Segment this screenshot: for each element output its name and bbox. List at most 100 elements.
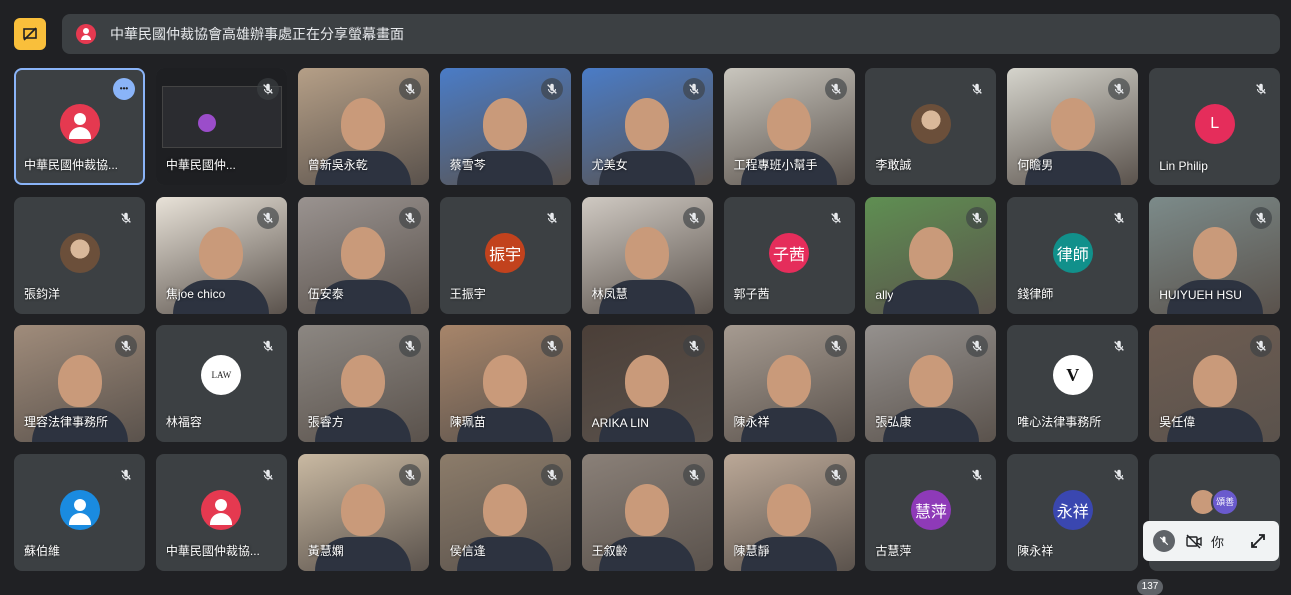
participant-tile[interactable]: 律師 錢律師 — [1007, 196, 1139, 314]
participant-tile[interactable]: 曾新吳永乾 — [297, 68, 429, 185]
person-avatar-icon — [201, 489, 242, 530]
mic-off-icon — [398, 206, 421, 229]
participant-name: 伍安泰 — [307, 286, 344, 301]
letter-avatar: 子茜 — [769, 232, 809, 273]
participant-tile[interactable]: 蘇伯維 — [14, 453, 145, 571]
mic-off-icon — [540, 335, 563, 357]
person-avatar-icon — [59, 489, 100, 530]
participant-tile[interactable]: 侯信逢 — [439, 453, 571, 571]
letter-avatar: L — [1194, 104, 1235, 144]
participant-name: 工程專班小幫手 — [733, 158, 818, 172]
participant-tile[interactable]: 吳任偉 — [1149, 325, 1281, 442]
participant-tile[interactable]: 林凤慧 — [581, 196, 713, 314]
participant-name: 唯心法律事務所 — [1017, 415, 1102, 429]
participant-tile[interactable]: HUIYUEH HSU — [1149, 196, 1281, 314]
participant-tile[interactable]: LAW 林福容 — [155, 325, 287, 442]
participant-tile[interactable]: 尤美女 — [581, 68, 713, 185]
self-view-controls: 你 — [1143, 521, 1279, 561]
mic-off-icon[interactable] — [1153, 530, 1175, 552]
participant-name: 王振宇 — [449, 286, 486, 301]
participant-name: 林凤慧 — [591, 286, 628, 301]
participant-name: 郭子茜 — [733, 286, 770, 301]
participant-name: 尤美女 — [591, 158, 628, 172]
participant-tile[interactable]: ally — [865, 196, 997, 314]
participant-tile[interactable]: 張鈞洋 — [14, 196, 145, 314]
mic-off-icon — [824, 463, 847, 486]
participant-tile[interactable]: L Lin Philip — [1149, 68, 1281, 185]
mic-off-icon — [1250, 206, 1273, 229]
participant-tile[interactable]: ••• 中華民國仲裁協... — [14, 68, 145, 185]
participant-name: ally — [875, 287, 894, 302]
mic-off-icon — [398, 78, 421, 100]
participant-tile[interactable]: 張睿方 — [297, 325, 429, 442]
participant-tile[interactable]: 中華民國仲... — [155, 68, 287, 185]
participant-tile[interactable]: 永祥 陳永祥 — [1007, 453, 1139, 571]
mic-off-icon — [1108, 463, 1131, 486]
mic-off-icon — [398, 463, 421, 486]
participant-name: 張鈞洋 — [24, 286, 61, 301]
mic-off-icon — [966, 463, 989, 486]
participant-tile[interactable]: ARIKA LIN — [581, 325, 713, 442]
mic-off-icon — [256, 335, 279, 357]
participant-name: 曾新吳永乾 — [307, 158, 368, 172]
participant-tile[interactable]: V 唯心法律事務所 — [1007, 325, 1139, 442]
mic-off-icon — [540, 206, 563, 229]
present-off-icon[interactable] — [14, 18, 46, 50]
participant-tile[interactable]: 焦joe chico — [155, 196, 287, 314]
participant-tile[interactable]: 振宇 王振宇 — [439, 196, 571, 314]
participant-tile[interactable]: 理容法律事務所 — [14, 325, 145, 442]
participant-tile[interactable]: 蔡雪芩 — [439, 68, 571, 185]
mic-off-icon — [966, 78, 989, 100]
firm-logo: V — [1052, 355, 1093, 395]
participant-tile[interactable]: 子茜郭子茜 — [723, 196, 855, 314]
mic-off-icon — [682, 206, 705, 229]
mic-off-icon — [256, 463, 279, 486]
participant-tile[interactable]: 陳慧靜 — [723, 453, 855, 571]
overflow-avatars: 頌善 — [1189, 487, 1240, 516]
participant-tile[interactable]: 黃慧嫻 — [297, 453, 429, 571]
participant-name: 陳慧靜 — [733, 543, 770, 558]
participant-tile[interactable]: 工程專班小幫手 — [723, 68, 855, 185]
participant-name: 陳珮苗 — [449, 415, 486, 429]
participant-tile[interactable]: 陳珮苗 — [439, 325, 571, 442]
firm-logo: LAW — [201, 355, 242, 395]
participant-name: 陳永祥 — [733, 415, 770, 429]
expand-icon[interactable] — [1250, 533, 1266, 549]
mic-off-icon — [824, 206, 847, 229]
participant-name: 王叙齡 — [591, 543, 628, 558]
participant-name: 張弘康 — [875, 415, 912, 429]
participant-tile[interactable]: 慧萍 古慧萍 — [865, 453, 997, 571]
mic-off-icon — [398, 335, 421, 357]
participant-name: 古慧萍 — [875, 543, 912, 558]
mic-off-icon — [115, 335, 137, 357]
banner-text: 中華民國仲裁協會高雄辦事處正在分享螢幕畫面 — [110, 26, 404, 42]
mic-off-icon — [115, 206, 137, 229]
mic-off-icon — [682, 463, 705, 486]
participant-tile[interactable]: 陳永祥 — [723, 325, 855, 442]
more-options-icon[interactable]: ••• — [113, 78, 135, 100]
participant-name: HUIYUEH HSU — [1159, 287, 1242, 302]
participant-name: 錢律師 — [1017, 286, 1054, 301]
profile-photo — [910, 104, 951, 144]
participant-tile[interactable]: 張弘康 — [865, 325, 997, 442]
participant-name: 黃慧嫻 — [307, 543, 344, 558]
mic-off-icon — [682, 335, 705, 357]
mic-off-icon — [1250, 78, 1273, 100]
participant-name: 中華民國仲裁協... — [165, 543, 260, 558]
mic-off-icon — [682, 78, 705, 100]
participant-tile[interactable]: 中華民國仲裁協... — [155, 453, 287, 571]
participant-name: 中華民國仲裁協... — [24, 158, 119, 172]
participant-name: ARIKA LIN — [591, 416, 649, 430]
participant-name: 林福容 — [165, 415, 202, 429]
participant-tile[interactable]: 李敢誠 — [865, 68, 997, 185]
participant-name: 蔡雪芩 — [449, 158, 486, 172]
participant-tile[interactable]: 何瞻男 — [1007, 68, 1139, 185]
participant-tile[interactable]: 王叙齡 — [581, 453, 713, 571]
mic-off-icon — [966, 206, 989, 229]
participant-tile[interactable]: 伍安泰 — [297, 196, 429, 314]
mic-off-icon — [1108, 206, 1131, 229]
camera-off-icon[interactable] — [1185, 533, 1203, 549]
mic-off-icon — [1108, 335, 1131, 357]
mic-off-icon — [256, 206, 279, 229]
participant-name: 張睿方 — [307, 415, 344, 429]
